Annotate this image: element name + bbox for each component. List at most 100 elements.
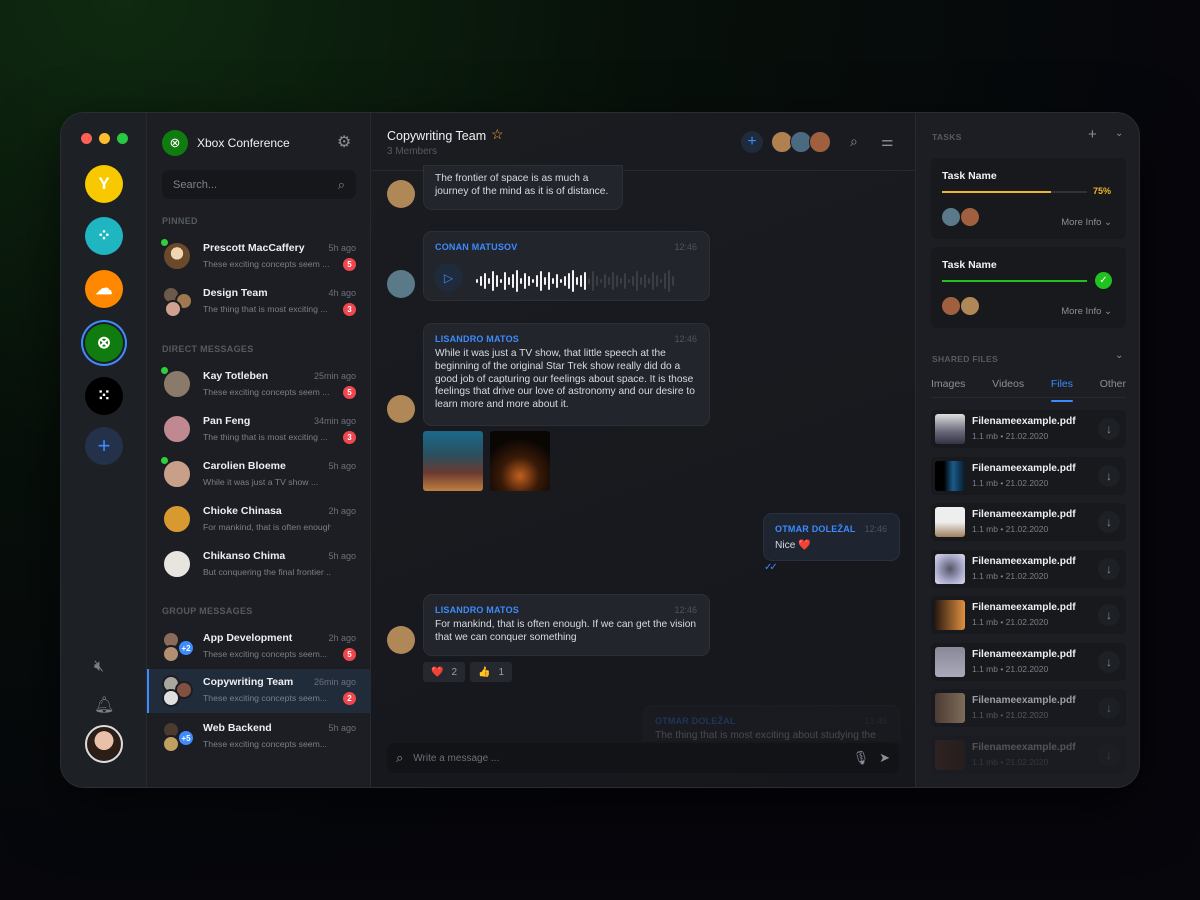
search-icon[interactable]: ⌕ xyxy=(850,133,858,150)
waveform-bar xyxy=(504,272,506,290)
message-input[interactable]: ⌕ Write a message ... 🎙︎ ➤ xyxy=(387,743,899,773)
message-text: While it was just a TV show, that little… xyxy=(435,348,695,411)
conversation-item[interactable]: Kay Totleben 25min ago These exciting co… xyxy=(147,363,371,407)
file-item[interactable]: Filenameexample.pdf 1.1 mb • 21.02.2020 … xyxy=(931,456,1126,495)
send-icon[interactable]: ➤ xyxy=(879,750,890,766)
app-yammer[interactable]: Y xyxy=(85,165,123,203)
details-panel: TASKS + ⌄ Task Name 75% More Info ⌄ Task… xyxy=(915,113,1139,787)
extra-members-badge: +5 xyxy=(177,729,195,747)
task-card[interactable]: Task Name ✓ More Info ⌄ xyxy=(931,247,1126,328)
task-card[interactable]: Task Name 75% More Info ⌄ xyxy=(931,158,1126,239)
task-complete-icon: ✓ xyxy=(1095,272,1112,289)
search-input[interactable]: Search... ⌕ xyxy=(162,170,356,199)
sender-name: CONAN MATUSOV xyxy=(435,242,518,252)
app-fitbit[interactable]: ⁘ xyxy=(85,217,123,255)
tab-videos[interactable]: Videos xyxy=(992,378,1024,397)
soundcloud-icon: ☁ xyxy=(95,279,113,298)
audio-waveform[interactable] xyxy=(476,268,674,294)
waveform-bar xyxy=(668,270,670,292)
section-group-messages: GROUP MESSAGES xyxy=(162,606,253,616)
file-item[interactable]: Filenameexample.pdf 1.1 mb • 21.02.2020 … xyxy=(931,642,1126,681)
app-blackberry[interactable]: ⁙ xyxy=(85,377,123,415)
conversation-item[interactable]: Prescott MacCaffery 5h ago These excitin… xyxy=(147,235,371,279)
member-avatar[interactable] xyxy=(809,131,831,153)
voice-message-bubble: CONAN MATUSOV 12:46 ▷ xyxy=(423,231,710,301)
file-item[interactable]: Filenameexample.pdf 1.1 mb • 21.02.2020 … xyxy=(931,735,1126,774)
image-attachment[interactable] xyxy=(490,431,550,491)
file-item[interactable]: Filenameexample.pdf 1.1 mb • 21.02.2020 … xyxy=(931,596,1126,634)
star-icon[interactable]: ☆ xyxy=(491,126,504,143)
reaction-count: 1 xyxy=(498,666,505,678)
conversation-item[interactable]: +5 Web Backend 5h ago These exciting con… xyxy=(147,715,371,759)
more-info-button[interactable]: More Info ⌄ xyxy=(1061,217,1112,228)
microphone-icon[interactable]: 🎙︎ xyxy=(853,750,870,766)
conversation-item[interactable]: Chioke Chinasa 2h ago For mankind, that … xyxy=(147,498,371,542)
download-button[interactable]: ↓ xyxy=(1098,464,1120,487)
message-bubble: The frontier of space is as much a journ… xyxy=(423,165,623,210)
waveform-bar xyxy=(552,278,554,284)
conversation-item[interactable]: Chikanso Chima 5h ago But conquering the… xyxy=(147,543,371,587)
message-text: Nice ❤️ xyxy=(775,540,811,551)
download-button[interactable]: ↓ xyxy=(1098,697,1120,719)
file-item[interactable]: Filenameexample.pdf 1.1 mb • 21.02.2020 … xyxy=(931,549,1126,588)
add-app-button[interactable]: + xyxy=(85,427,123,465)
more-info-button[interactable]: More Info ⌄ xyxy=(1061,306,1112,317)
filter-settings-icon[interactable]: ⚌ xyxy=(881,133,894,150)
waveform-bar xyxy=(640,277,642,285)
reaction-count: 2 xyxy=(451,666,458,678)
xbox-icon: ⊗ xyxy=(96,333,112,352)
chevron-down-icon[interactable]: ⌄ xyxy=(1115,128,1123,139)
file-meta: 1.1 mb • 21.02.2020 xyxy=(972,710,1049,720)
avatar xyxy=(162,549,192,579)
conversation-time: 5h ago xyxy=(328,243,356,253)
task-progress-bar xyxy=(942,191,1087,193)
waveform-bar xyxy=(612,272,614,290)
notification-bell-icon[interactable]: 🔔︎ xyxy=(94,695,114,715)
download-button[interactable]: ↓ xyxy=(1098,418,1120,440)
download-button[interactable]: ↓ xyxy=(1098,604,1120,626)
waveform-bar xyxy=(576,277,578,285)
unread-badge: 3 xyxy=(343,431,356,444)
minimize-window-button[interactable] xyxy=(99,133,110,144)
app-xbox[interactable]: ⊗ xyxy=(85,324,123,362)
task-name: Task Name xyxy=(942,259,997,271)
waveform-bar xyxy=(516,270,518,292)
waveform-bar xyxy=(616,275,618,287)
tab-images[interactable]: Images xyxy=(931,378,965,397)
conversation-item[interactable]: Pan Feng 34min ago The thing that is mos… xyxy=(147,408,371,452)
download-button[interactable]: ↓ xyxy=(1098,650,1120,673)
close-window-button[interactable] xyxy=(81,133,92,144)
conversation-item[interactable]: +2 App Development 2h ago These exciting… xyxy=(147,625,371,669)
gear-icon[interactable]: ⚙ xyxy=(337,132,351,152)
download-icon: ↓ xyxy=(1106,608,1112,622)
waveform-bar xyxy=(648,278,650,284)
file-meta: 1.1 mb • 21.02.2020 xyxy=(972,477,1049,488)
user-avatar[interactable] xyxy=(85,725,123,763)
reaction-thumbs-up[interactable]: 👍 1 xyxy=(470,662,513,682)
file-item[interactable]: Filenameexample.pdf 1.1 mb • 21.02.2020 … xyxy=(931,410,1126,448)
file-item[interactable]: Filenameexample.pdf 1.1 mb • 21.02.2020 … xyxy=(931,689,1126,727)
download-button[interactable]: ↓ xyxy=(1098,743,1120,766)
conversation-item-active[interactable]: Copywriting Team 26min ago These excitin… xyxy=(147,669,371,713)
online-indicator xyxy=(161,239,168,246)
reaction-heart[interactable]: ❤️ 2 xyxy=(423,662,466,682)
conversation-item[interactable]: Design Team 4h ago The thing that is mos… xyxy=(147,280,371,324)
chevron-down-icon[interactable]: ⌄ xyxy=(1115,350,1123,361)
add-task-button[interactable]: + xyxy=(1088,126,1097,143)
app-soundcloud[interactable]: ☁ xyxy=(85,270,123,308)
avatar xyxy=(164,300,182,318)
conversation-item[interactable]: Carolien Bloeme 5h ago While it was just… xyxy=(147,453,371,497)
image-attachment[interactable] xyxy=(423,431,483,491)
play-button[interactable]: ▷ xyxy=(434,263,463,292)
download-button[interactable]: ↓ xyxy=(1098,511,1120,533)
add-member-button[interactable]: + xyxy=(741,131,763,153)
file-item[interactable]: Filenameexample.pdf 1.1 mb • 21.02.2020 … xyxy=(931,503,1126,541)
waveform-bar xyxy=(664,273,666,289)
download-icon: ↓ xyxy=(1106,468,1112,483)
download-button[interactable]: ↓ xyxy=(1098,557,1120,580)
mute-icon[interactable]: 🔇︎ xyxy=(94,658,104,676)
message-bubble: LISANDRO MATOS 12:46 For mankind, that i… xyxy=(423,594,710,656)
tab-other[interactable]: Other xyxy=(1100,378,1126,397)
tab-files[interactable]: Files xyxy=(1050,378,1074,402)
maximize-window-button[interactable] xyxy=(117,133,128,144)
